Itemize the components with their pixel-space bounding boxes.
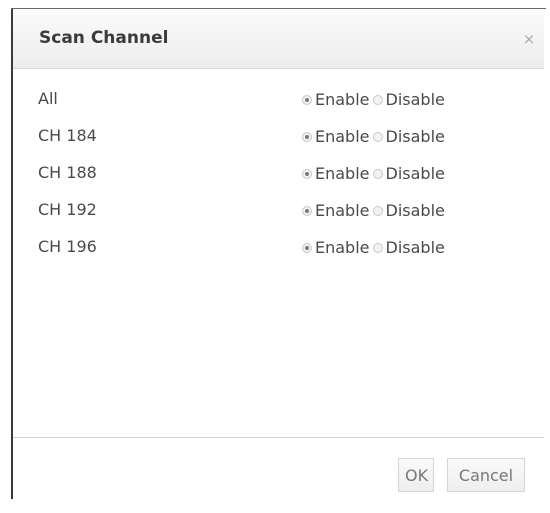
enable-radio[interactable] [302, 205, 312, 216]
enable-radio[interactable] [302, 131, 312, 142]
enable-label[interactable]: Enable [315, 90, 370, 109]
channel-list: All Enable Disable CH 184 Enable Disable… [13, 87, 544, 272]
scan-channel-dialog: Scan Channel × All Enable Disable CH 184… [11, 8, 546, 499]
channel-options: Enable Disable [302, 164, 448, 183]
channel-options: Enable Disable [302, 127, 448, 146]
disable-label[interactable]: Disable [386, 164, 445, 183]
disable-radio[interactable] [372, 168, 383, 179]
enable-radio[interactable] [302, 242, 312, 253]
channel-row-188: CH 188 Enable Disable [13, 161, 544, 198]
disable-radio[interactable] [372, 94, 383, 105]
enable-radio[interactable] [302, 94, 312, 105]
channel-label: All [38, 89, 58, 108]
channel-row-184: CH 184 Enable Disable [13, 124, 544, 161]
enable-label[interactable]: Enable [315, 127, 370, 146]
disable-radio[interactable] [372, 131, 383, 142]
enable-label[interactable]: Enable [315, 201, 370, 220]
channel-options: Enable Disable [302, 238, 448, 257]
channel-row-all: All Enable Disable [13, 87, 544, 124]
ok-button[interactable]: OK [398, 458, 434, 492]
channel-row-196: CH 196 Enable Disable [13, 235, 544, 272]
enable-radio[interactable] [302, 168, 312, 179]
cancel-button[interactable]: Cancel [447, 458, 525, 492]
disable-label[interactable]: Disable [386, 90, 445, 109]
disable-label[interactable]: Disable [386, 127, 445, 146]
channel-row-192: CH 192 Enable Disable [13, 198, 544, 235]
channel-options: Enable Disable [302, 201, 448, 220]
footer-divider [13, 437, 544, 438]
enable-label[interactable]: Enable [315, 164, 370, 183]
disable-label[interactable]: Disable [386, 238, 445, 257]
disable-radio[interactable] [372, 205, 383, 216]
dialog-title: Scan Channel [39, 28, 169, 48]
channel-label: CH 188 [38, 163, 97, 182]
enable-label[interactable]: Enable [315, 238, 370, 257]
close-icon[interactable]: × [518, 28, 540, 50]
disable-radio[interactable] [372, 242, 383, 253]
disable-label[interactable]: Disable [386, 201, 445, 220]
dialog-titlebar: Scan Channel × [13, 9, 544, 69]
channel-label: CH 196 [38, 237, 97, 256]
channel-label: CH 184 [38, 126, 97, 145]
channel-label: CH 192 [38, 200, 97, 219]
channel-options: Enable Disable [302, 90, 448, 109]
